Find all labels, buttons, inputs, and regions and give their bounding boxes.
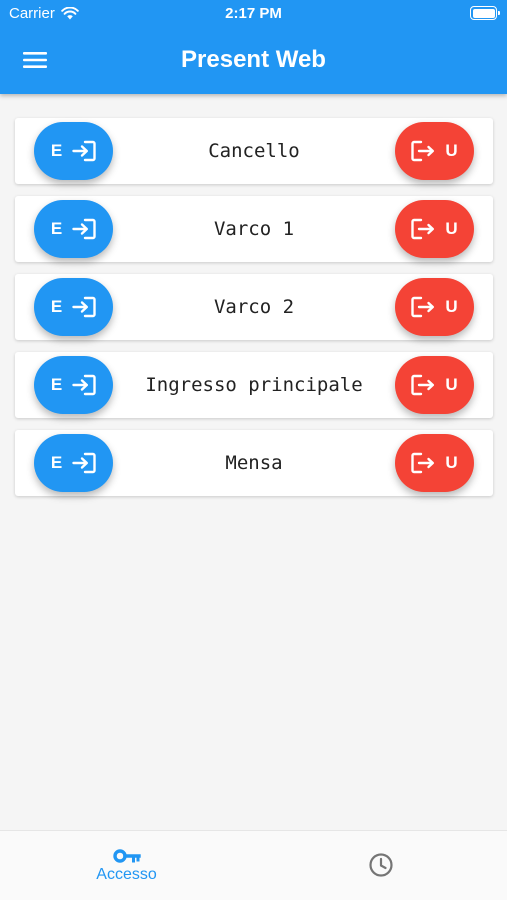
gate-name: Mensa: [225, 452, 283, 474]
enter-button[interactable]: E: [34, 434, 113, 492]
login-icon: [72, 218, 96, 240]
status-bar: Carrier 2:17 PM: [0, 0, 507, 28]
logout-icon: [411, 374, 435, 396]
gate-name: Varco 2: [213, 296, 295, 318]
logout-icon: [411, 218, 435, 240]
exit-label: U: [445, 219, 458, 238]
logout-icon: [411, 140, 435, 162]
exit-button[interactable]: U: [395, 278, 474, 336]
login-icon: [72, 374, 96, 396]
enter-button[interactable]: E: [34, 278, 113, 336]
gate-name: Ingresso principale: [145, 374, 363, 396]
gate-card: E Ingresso principale U: [15, 352, 493, 418]
exit-button[interactable]: U: [395, 434, 474, 492]
logout-icon: [411, 452, 435, 474]
exit-label: U: [445, 141, 458, 160]
key-icon: [112, 849, 141, 863]
nav-item-accesso[interactable]: Accesso: [0, 831, 253, 900]
gate-list: E Cancello U E Varco 1 U E Varco 2 U E I…: [15, 118, 493, 496]
enter-button[interactable]: E: [34, 356, 113, 414]
enter-label: E: [50, 375, 63, 394]
exit-button[interactable]: U: [395, 122, 474, 180]
nav-item-history[interactable]: [254, 831, 507, 900]
app-bar: Present Web: [0, 28, 507, 94]
logout-icon: [411, 296, 435, 318]
header: Carrier 2:17 PM Present Web: [0, 0, 507, 94]
exit-label: U: [445, 375, 458, 394]
enter-label: E: [50, 453, 63, 472]
login-icon: [72, 296, 96, 318]
clock-icon: [368, 853, 393, 877]
gate-card: E Cancello U: [15, 118, 493, 184]
gate-card: E Varco 2 U: [15, 274, 493, 340]
battery-icon: [470, 6, 500, 20]
login-icon: [72, 140, 96, 162]
bottom-navigation: Accesso: [0, 830, 507, 900]
clock-time: 2:17 PM: [225, 5, 282, 22]
enter-button[interactable]: E: [34, 200, 113, 258]
exit-label: U: [445, 297, 458, 316]
gate-name: Cancello: [208, 140, 300, 162]
exit-label: U: [445, 453, 458, 472]
page-title: Present Web: [181, 46, 326, 73]
nav-label-accesso: Accesso: [96, 866, 157, 883]
login-icon: [72, 452, 96, 474]
enter-label: E: [50, 141, 63, 160]
gate-card: E Varco 1 U: [15, 196, 493, 262]
exit-button[interactable]: U: [395, 200, 474, 258]
exit-button[interactable]: U: [395, 356, 474, 414]
enter-label: E: [50, 219, 63, 238]
enter-label: E: [50, 297, 63, 316]
gate-name: Varco 1: [213, 218, 295, 240]
enter-button[interactable]: E: [34, 122, 113, 180]
gate-card: E Mensa U: [15, 430, 493, 496]
